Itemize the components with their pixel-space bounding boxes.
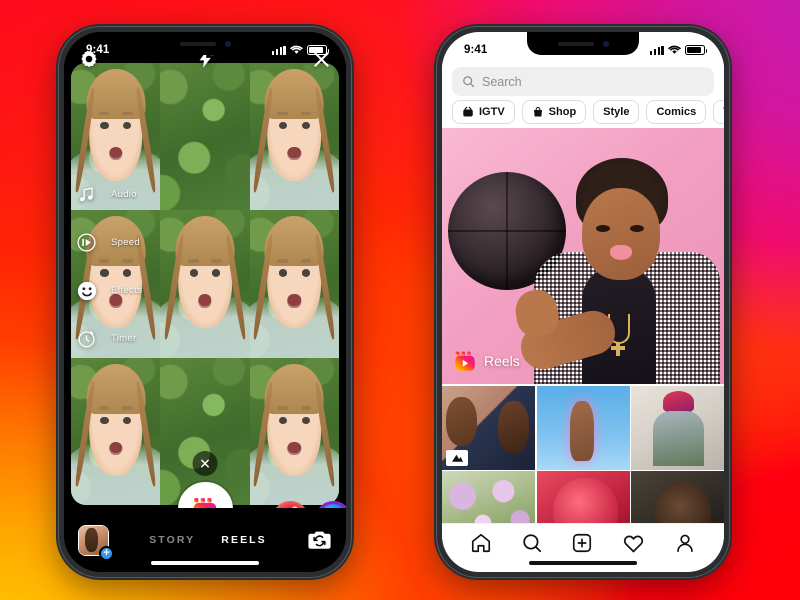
front-camera — [224, 40, 231, 47]
earpiece-speaker — [179, 41, 216, 46]
person-icon[interactable] — [674, 532, 696, 554]
heart-icon[interactable] — [622, 532, 645, 555]
chip-tv-and-movies[interactable]: TV & Movies — [713, 99, 724, 124]
home-indicator — [151, 560, 259, 565]
camera-mode-switcher: STORY REELS — [109, 534, 307, 546]
reels-badge-label: Reels — [484, 353, 520, 369]
plus-square-icon[interactable] — [571, 532, 593, 554]
phone-left-screen: 9:41 x — [64, 32, 346, 572]
chip-label-igtv: IGTV — [479, 105, 505, 118]
explore-screen: 9:41 Search IGTV Shop Style Comics Reels — [442, 32, 724, 572]
tool-label-speed: Speed — [111, 237, 140, 248]
mode-reels[interactable]: REELS — [221, 534, 267, 546]
home-indicator — [529, 560, 637, 565]
tool-effects[interactable]: Effects — [74, 278, 142, 303]
front-camera — [602, 40, 609, 47]
phone-right-screen: 9:41 Search IGTV Shop Style Comics Reels — [442, 32, 724, 572]
gallery-thumbnail[interactable]: + — [78, 524, 114, 561]
explore-grid: Reels — [442, 128, 724, 523]
flip-camera-icon[interactable] — [307, 528, 332, 553]
mode-story[interactable]: STORY — [149, 534, 195, 546]
reels-badge: Reels — [453, 349, 520, 373]
chip-style[interactable]: Style — [593, 99, 640, 124]
cellular-bars-icon — [649, 45, 664, 55]
wifi-icon — [668, 45, 681, 54]
notch — [149, 32, 261, 55]
chip-label-comics: Comics — [656, 105, 697, 118]
battery-icon — [685, 45, 708, 55]
wifi-icon — [290, 45, 303, 54]
camera-screen: 9:41 x — [64, 32, 346, 572]
reels-clapperboard-icon — [455, 351, 475, 371]
tool-label-audio: Audio — [111, 189, 137, 200]
explore-tile[interactable] — [631, 385, 724, 470]
igtv-icon — [463, 106, 473, 116]
search-icon[interactable] — [521, 532, 543, 554]
chip-comics[interactable]: Comics — [646, 99, 707, 124]
phone-right: 9:41 Search IGTV Shop Style Comics Reels — [434, 24, 732, 580]
speed-icon — [74, 230, 99, 255]
search-icon — [463, 76, 475, 88]
music-note-icon — [74, 182, 99, 207]
explore-tile[interactable] — [442, 471, 535, 523]
status-time: 9:41 — [86, 44, 110, 56]
search-container: Search — [442, 62, 724, 102]
explore-tile[interactable] — [536, 385, 630, 470]
smiley-face-icon — [74, 278, 99, 303]
tool-timer[interactable]: Timer — [74, 326, 142, 351]
post-badge-icon — [446, 449, 468, 466]
battery-icon — [307, 45, 330, 55]
earpiece-speaker — [557, 41, 594, 46]
explore-tile[interactable] — [631, 471, 724, 523]
explore-tile[interactable] — [536, 471, 630, 523]
timer-clock-icon — [74, 326, 99, 351]
notch — [527, 32, 639, 55]
add-to-story-badge[interactable]: + — [99, 545, 114, 561]
chip-igtv[interactable]: IGTV — [452, 99, 515, 124]
chip-label-style: Style — [603, 105, 630, 118]
cancel-recording-button[interactable] — [192, 451, 218, 476]
tool-audio[interactable]: Audio — [74, 182, 142, 207]
chip-label-tv-and-movies: TV & Movies — [723, 106, 724, 118]
home-icon[interactable] — [470, 532, 492, 554]
person-photo — [512, 154, 720, 384]
explore-tile[interactable] — [442, 385, 535, 470]
status-time: 9:41 — [464, 44, 488, 56]
search-input[interactable]: Search — [452, 67, 714, 96]
chip-label-shop: Shop — [548, 105, 577, 118]
camera-tool-rail: Audio Speed Effects Timer — [74, 182, 142, 351]
face-tile — [160, 63, 250, 211]
explore-tile-row — [442, 385, 724, 523]
close-icon — [201, 459, 209, 468]
face-tile — [249, 63, 339, 211]
cellular-bars-icon — [271, 45, 286, 55]
category-chips[interactable]: IGTV Shop Style Comics TV & Movies — [442, 98, 724, 125]
hero-post[interactable]: Reels — [442, 128, 724, 384]
tool-label-timer: Timer — [111, 333, 137, 344]
tool-speed[interactable]: Speed — [74, 230, 142, 255]
shopping-bag-icon — [533, 106, 542, 116]
phone-left: 9:41 x — [56, 24, 354, 580]
search-placeholder: Search — [482, 74, 522, 89]
chip-shop[interactable]: Shop — [521, 99, 587, 124]
face-tile-center — [160, 210, 250, 358]
tool-label-effects: Effects — [111, 285, 142, 296]
face-tile — [249, 210, 339, 358]
